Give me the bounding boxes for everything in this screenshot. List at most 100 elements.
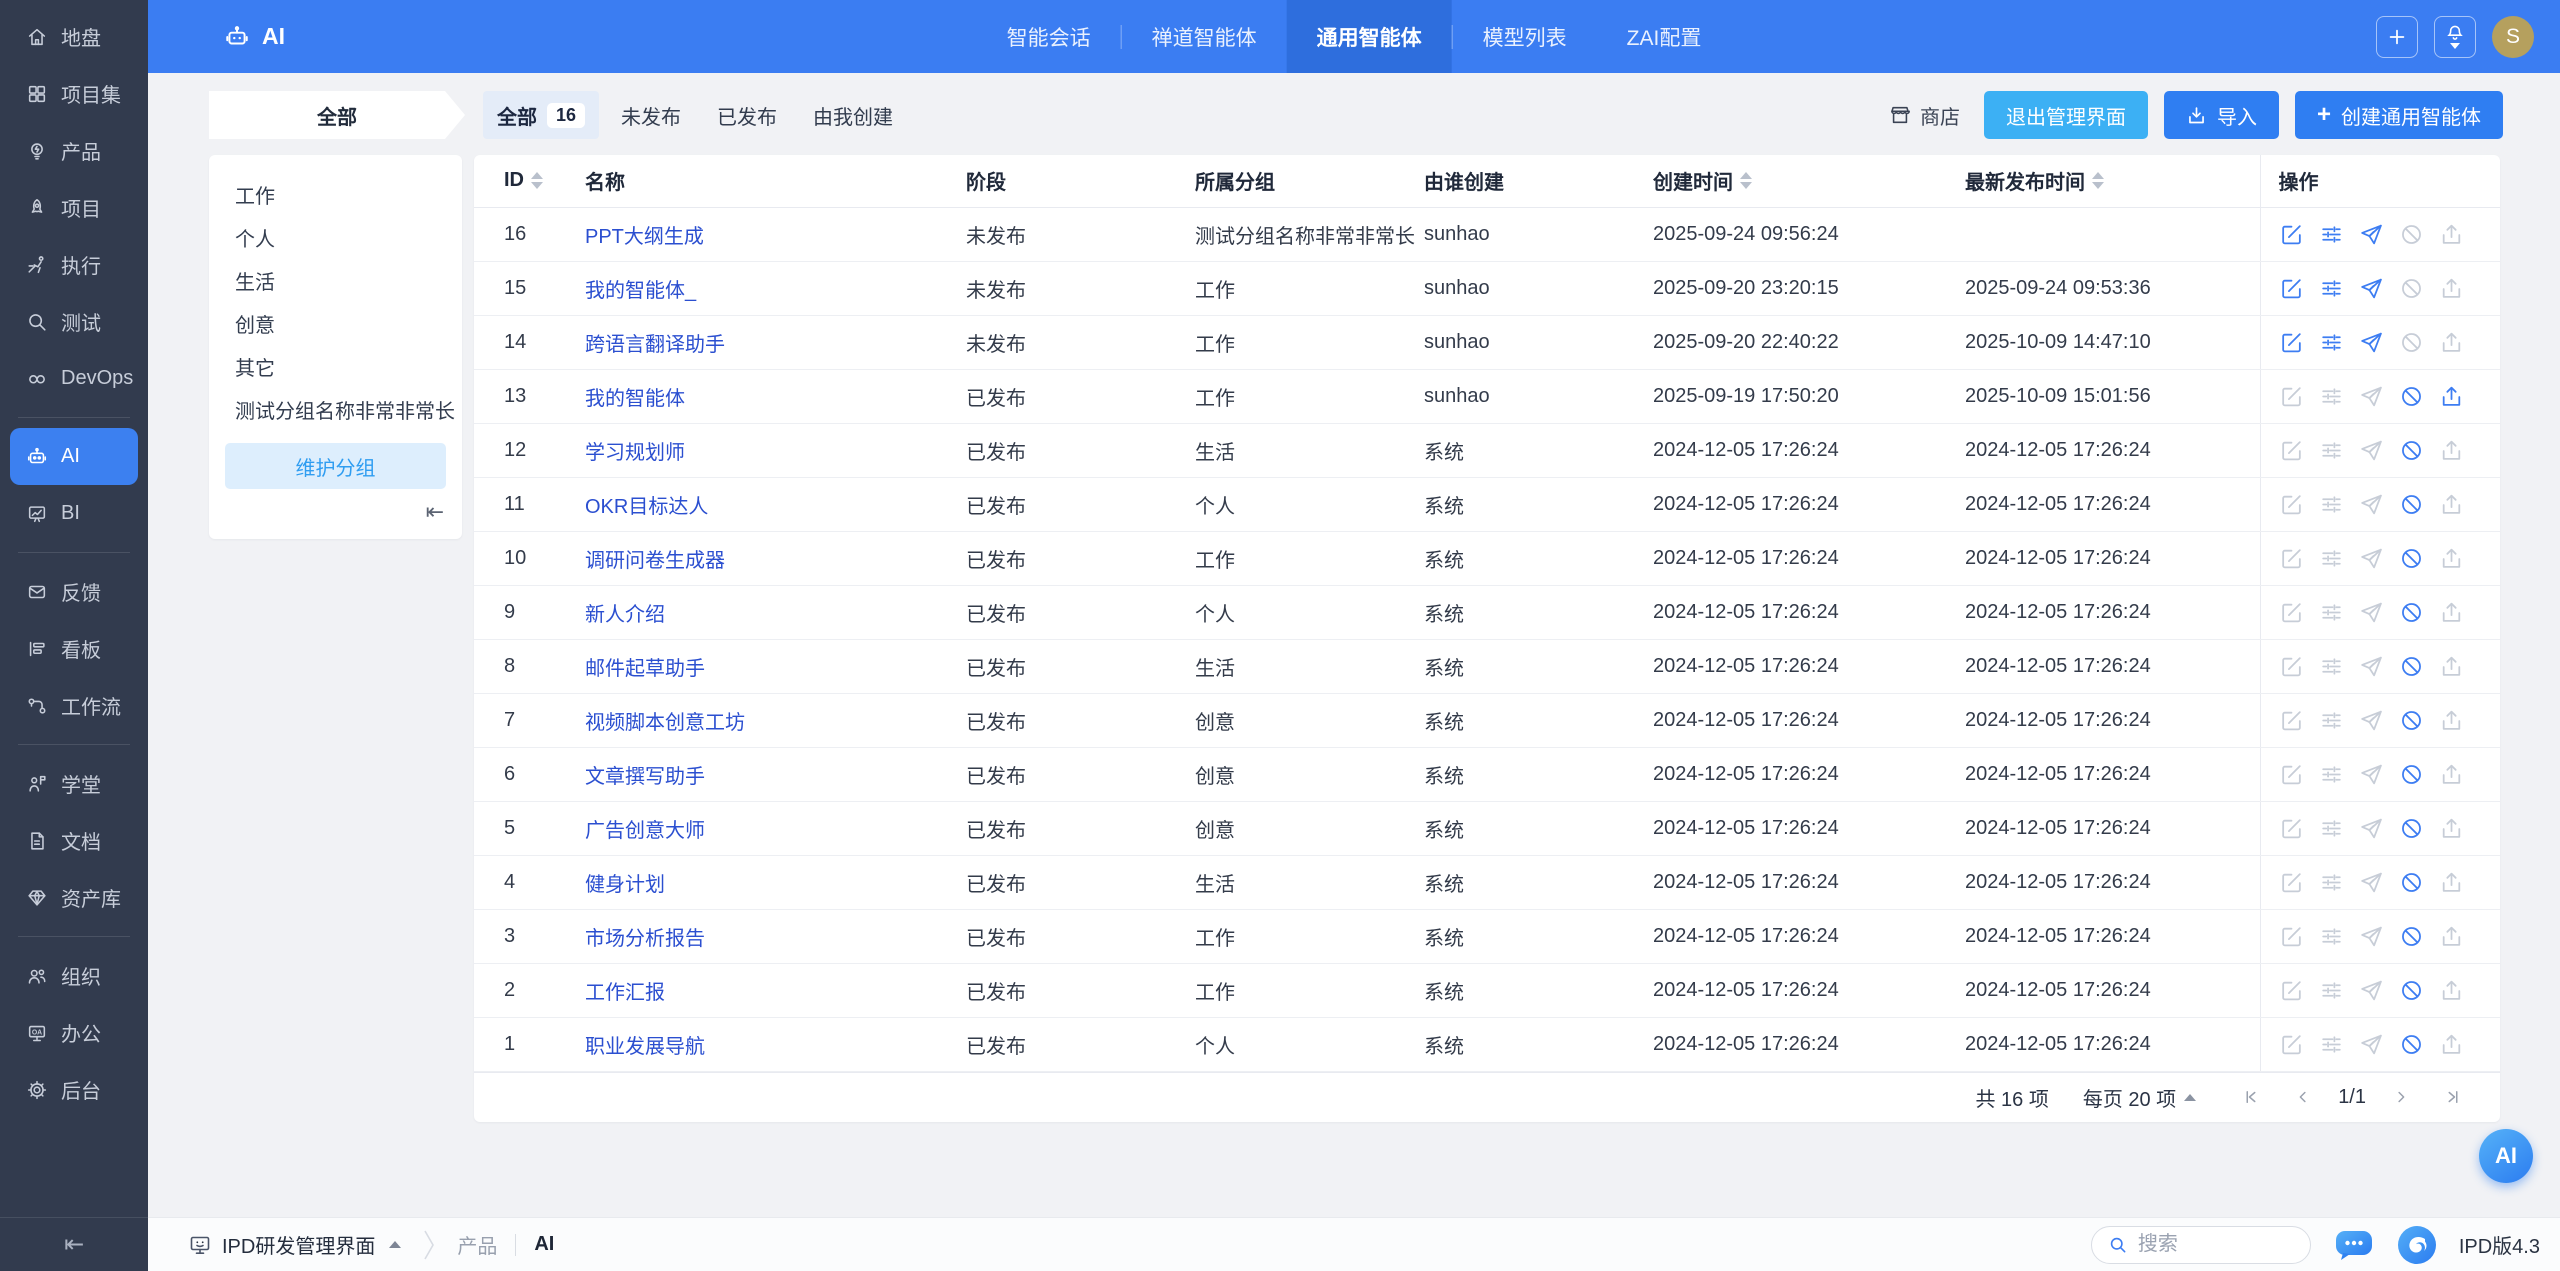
avatar[interactable]: S — [2492, 16, 2534, 58]
config-icon[interactable] — [2319, 600, 2344, 625]
publish-icon[interactable] — [2359, 924, 2384, 949]
filter-created-by-me[interactable]: 由我创建 — [799, 91, 907, 139]
agent-name-link[interactable]: 健身计划 — [585, 874, 665, 896]
import-button[interactable]: 导入 — [2164, 91, 2279, 139]
publish-icon[interactable] — [2359, 276, 2384, 301]
sidebar-item-project[interactable]: 项目 — [10, 179, 138, 236]
config-icon[interactable] — [2319, 816, 2344, 841]
next-page-button[interactable] — [2380, 1088, 2422, 1106]
disable-icon[interactable] — [2399, 924, 2424, 949]
sidebar-item-admin[interactable]: 后台 — [10, 1061, 138, 1118]
edit-icon[interactable] — [2279, 222, 2304, 247]
group-item-other[interactable]: 其它 — [209, 345, 462, 388]
sidebar-item-assets[interactable]: 资产库 — [10, 869, 138, 926]
export-icon[interactable] — [2439, 276, 2464, 301]
config-icon[interactable] — [2319, 924, 2344, 949]
export-icon[interactable] — [2439, 330, 2464, 355]
disable-icon[interactable] — [2399, 654, 2424, 679]
disable-icon[interactable] — [2399, 546, 2424, 571]
publish-icon[interactable] — [2359, 762, 2384, 787]
disable-icon[interactable] — [2399, 870, 2424, 895]
sidebar-item-ai[interactable]: AI — [10, 428, 138, 485]
agent-name-link[interactable]: 广告创意大师 — [585, 820, 705, 842]
workspace-switcher[interactable]: IPD研发管理界面 — [188, 1230, 401, 1259]
config-icon[interactable] — [2319, 708, 2344, 733]
edit-icon[interactable] — [2279, 546, 2304, 571]
agent-name-link[interactable]: 我的智能体 — [585, 388, 685, 410]
edit-icon[interactable] — [2279, 600, 2304, 625]
edit-icon[interactable] — [2279, 816, 2304, 841]
config-icon[interactable] — [2319, 762, 2344, 787]
store-link[interactable]: 商店 — [1889, 101, 1960, 130]
maintain-groups-button[interactable]: 维护分组 — [225, 443, 446, 489]
sidebar-item-program[interactable]: 项目集 — [10, 65, 138, 122]
publish-icon[interactable] — [2359, 654, 2384, 679]
config-icon[interactable] — [2319, 276, 2344, 301]
sort-published[interactable] — [2092, 172, 2104, 189]
sidebar-item-org[interactable]: 组织 — [10, 947, 138, 1004]
scope-tab-all[interactable]: 全部 — [209, 91, 465, 139]
agent-name-link[interactable]: 我的智能体_ — [585, 280, 696, 302]
search-box[interactable] — [2091, 1226, 2311, 1264]
agent-name-link[interactable]: 市场分析报告 — [585, 928, 705, 950]
config-icon[interactable] — [2319, 330, 2344, 355]
disable-icon[interactable] — [2399, 438, 2424, 463]
agent-name-link[interactable]: 学习规划师 — [585, 442, 685, 464]
publish-icon[interactable] — [2359, 708, 2384, 733]
publish-icon[interactable] — [2359, 870, 2384, 895]
export-icon[interactable] — [2439, 816, 2464, 841]
export-icon[interactable] — [2439, 708, 2464, 733]
edit-icon[interactable] — [2279, 978, 2304, 1003]
search-input[interactable] — [2138, 1233, 2288, 1256]
agent-name-link[interactable]: PPT大纲生成 — [585, 226, 704, 248]
export-icon[interactable] — [2439, 924, 2464, 949]
agent-name-link[interactable]: 文章撰写助手 — [585, 766, 705, 788]
edit-icon[interactable] — [2279, 708, 2304, 733]
export-icon[interactable] — [2439, 546, 2464, 571]
disable-icon[interactable] — [2399, 762, 2424, 787]
sidebar-collapse-button[interactable]: ⇤ — [0, 1217, 148, 1271]
agent-name-link[interactable]: OKR目标达人 — [585, 496, 708, 518]
config-icon[interactable] — [2319, 222, 2344, 247]
create-agent-button[interactable]: + 创建通用智能体 — [2295, 91, 2503, 139]
publish-icon[interactable] — [2359, 438, 2384, 463]
publish-icon[interactable] — [2359, 384, 2384, 409]
filter-unpublished[interactable]: 未发布 — [607, 91, 695, 139]
publish-icon[interactable] — [2359, 222, 2384, 247]
publish-icon[interactable] — [2359, 816, 2384, 841]
last-page-button[interactable] — [2432, 1088, 2474, 1106]
group-item-creative[interactable]: 创意 — [209, 302, 462, 345]
export-icon[interactable] — [2439, 654, 2464, 679]
disable-icon[interactable] — [2399, 708, 2424, 733]
export-icon[interactable] — [2439, 438, 2464, 463]
agent-name-link[interactable]: 职业发展导航 — [585, 1036, 705, 1058]
disable-icon[interactable] — [2399, 816, 2424, 841]
sidebar-item-doc[interactable]: 文档 — [10, 812, 138, 869]
disable-icon[interactable] — [2399, 222, 2424, 247]
export-icon[interactable] — [2439, 222, 2464, 247]
edit-icon[interactable] — [2279, 492, 2304, 517]
agent-name-link[interactable]: 工作汇报 — [585, 982, 665, 1004]
config-icon[interactable] — [2319, 384, 2344, 409]
add-button[interactable] — [2376, 16, 2418, 58]
sidebar-item-product[interactable]: 产品 — [10, 122, 138, 179]
sidebar-item-devops[interactable]: DevOps — [10, 350, 138, 407]
publish-icon[interactable] — [2359, 330, 2384, 355]
edit-icon[interactable] — [2279, 330, 2304, 355]
edit-icon[interactable] — [2279, 762, 2304, 787]
prev-page-button[interactable] — [2282, 1088, 2324, 1106]
sidebar-item-test[interactable]: 测试 — [10, 293, 138, 350]
group-item-test-long[interactable]: 测试分组名称非常非常长 — [209, 388, 462, 431]
edit-icon[interactable] — [2279, 438, 2304, 463]
export-icon[interactable] — [2439, 870, 2464, 895]
sidebar-item-workflow[interactable]: 工作流 — [10, 677, 138, 734]
chat-bubble-icon[interactable] — [2333, 1227, 2375, 1263]
sort-created[interactable] — [1740, 172, 1752, 189]
filter-all[interactable]: 全部 16 — [483, 91, 599, 139]
publish-icon[interactable] — [2359, 1032, 2384, 1057]
edit-icon[interactable] — [2279, 1032, 2304, 1057]
export-icon[interactable] — [2439, 762, 2464, 787]
export-icon[interactable] — [2439, 492, 2464, 517]
group-item-personal[interactable]: 个人 — [209, 216, 462, 259]
agent-name-link[interactable]: 新人介绍 — [585, 604, 665, 626]
